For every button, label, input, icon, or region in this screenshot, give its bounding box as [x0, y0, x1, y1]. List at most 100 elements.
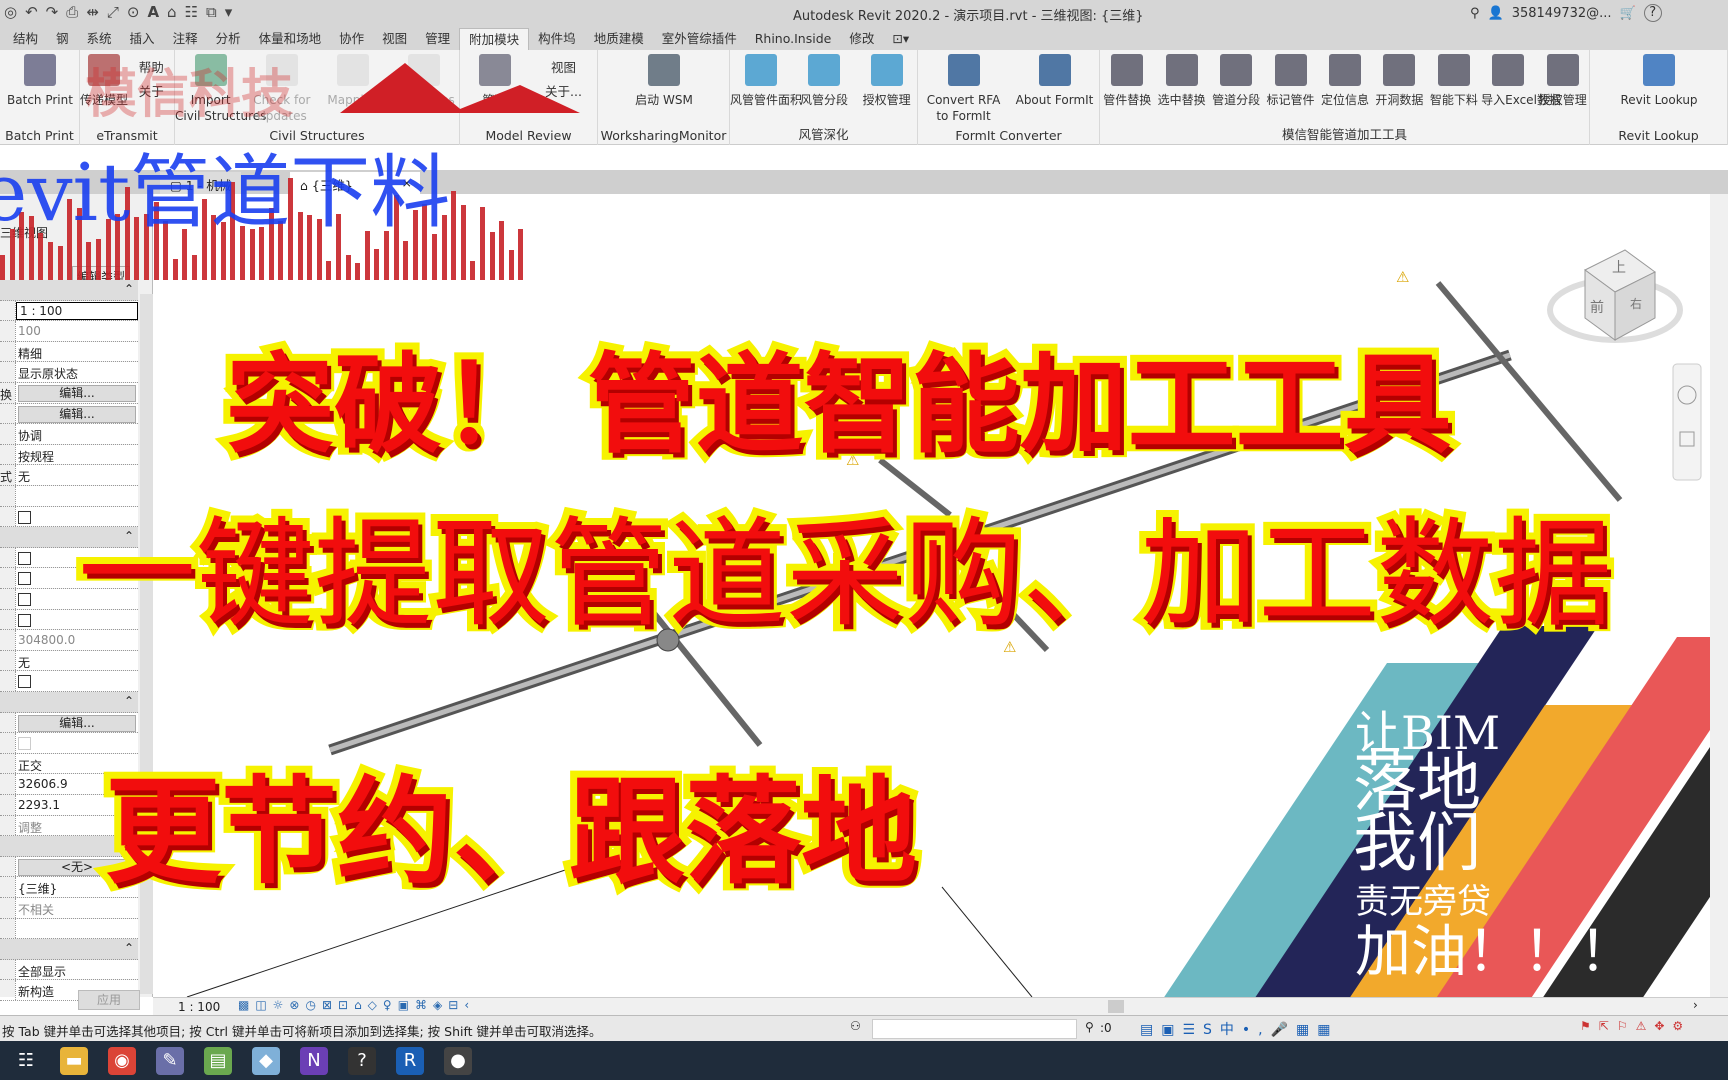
property-value[interactable] [15, 918, 138, 939]
viewport-vertical-scrollbar[interactable] [1710, 194, 1728, 997]
paint-icon[interactable]: ✎ [156, 1046, 184, 1075]
collapse-icon[interactable]: ⌃ [124, 941, 134, 955]
checkbox[interactable] [18, 675, 31, 689]
property-value[interactable]: 按规程 [15, 444, 138, 465]
undo-icon[interactable]: ↶ [25, 3, 38, 21]
ribbon-tab[interactable]: 管理 [416, 28, 459, 50]
property-value[interactable]: 编辑... [15, 403, 138, 424]
edit-button[interactable]: 编辑... [18, 405, 136, 423]
print-icon[interactable]: ⎙ [66, 3, 78, 21]
property-value[interactable]: 显示原状态 [15, 362, 138, 382]
notepad-icon[interactable]: ▤ [204, 1046, 232, 1075]
checkbox[interactable] [18, 737, 31, 751]
property-value[interactable]: 100 [15, 321, 138, 341]
help-file-icon[interactable]: ? [348, 1046, 376, 1075]
property-value[interactable]: 全部显示 [15, 959, 138, 980]
ribbon-tab[interactable]: 钢 [47, 28, 78, 50]
checkbox[interactable] [18, 613, 31, 627]
scroll-right-icon[interactable]: › [1693, 998, 1698, 1012]
thin-lines-icon[interactable]: ☷ [185, 3, 198, 21]
help-button[interactable]: ? [1643, 4, 1662, 22]
ribbon-button[interactable]: 管件替换 [1100, 54, 1154, 108]
apply-button[interactable]: 应用 [78, 990, 140, 1010]
property-value[interactable]: 精细 [15, 341, 138, 362]
horizontal-scrollbar-thumb[interactable] [1108, 1000, 1124, 1013]
value-text: 协调 [18, 429, 43, 444]
switch-windows-icon[interactable]: ⧉ [206, 3, 217, 21]
user-account[interactable]: 358149732@... [1512, 6, 1612, 21]
3d-view-icon[interactable]: ⌂ [167, 3, 177, 21]
visual-studio-icon[interactable]: N [300, 1046, 328, 1075]
ribbon-button[interactable]: About FormIt [1009, 54, 1100, 108]
customize-qat-icon[interactable]: ▾ [225, 3, 233, 21]
ribbon-tab[interactable]: 系统 [78, 28, 121, 50]
chrome-icon[interactable]: ◉ [108, 1046, 136, 1075]
ribbon-button[interactable]: 授权管理 [1536, 54, 1590, 108]
checkbox[interactable] [18, 551, 31, 565]
ribbon-tab[interactable]: 地质建模 [585, 28, 653, 50]
ribbon-tab[interactable]: 室外管综插件 [653, 28, 746, 50]
view-scale[interactable]: 1 : 100 [178, 1000, 220, 1014]
measure-icon[interactable]: ⇹ [86, 3, 99, 21]
ribbon-button[interactable]: 定位信息 [1318, 54, 1372, 108]
ribbon-minimize-icon[interactable]: ⊡▾ [883, 28, 918, 50]
ribbon-tab[interactable]: 体量和场地 [250, 28, 331, 50]
dimension-icon[interactable]: ⤢ [107, 3, 119, 21]
checkbox[interactable] [18, 510, 31, 524]
property-value[interactable]: 编辑... [15, 712, 138, 733]
edit-button[interactable]: 编辑... [18, 385, 136, 402]
property-value[interactable]: 协调 [15, 424, 138, 444]
ribbon-button[interactable]: 导入Excel数据 [1481, 54, 1561, 108]
ribbon-button[interactable]: 风管分段 [793, 54, 856, 108]
ribbon-button[interactable]: Revit Lookup [1590, 54, 1728, 108]
view-control-icons[interactable]: ▩◫☼⊗◷⊠⊡⌂◇♀▣⌘◈⊟‹ [238, 998, 475, 1012]
redo-icon[interactable]: ↷ [46, 3, 59, 21]
ribbon-button[interactable]: 风管管件面积 [730, 54, 802, 108]
ribbon-tab[interactable]: Rhino.Inside [746, 28, 841, 50]
text-icon[interactable]: A [147, 3, 159, 21]
design-option-dropdown[interactable] [872, 1019, 1077, 1039]
tag-icon[interactable]: ⊙ [127, 3, 140, 21]
ribbon-button[interactable]: 智能下料 [1427, 54, 1481, 108]
ribbon-button[interactable]: Convert RFA to FormIt [918, 54, 1009, 124]
property-value[interactable]: 1 : 100 [15, 300, 138, 321]
checkbox[interactable] [18, 572, 31, 586]
ribbon-button[interactable]: 授权管理 [855, 54, 918, 108]
collapse-icon[interactable]: ⌃ [124, 282, 134, 296]
cart-icon[interactable]: 🛒 [1620, 6, 1636, 21]
ribbon-button[interactable]: Batch Print [0, 54, 80, 108]
ribbon-tab[interactable]: 注释 [164, 28, 207, 50]
binoculars-icon[interactable]: ⚲ [1470, 6, 1480, 21]
button-label: 开洞数据 [1375, 93, 1424, 107]
file-explorer-icon[interactable]: ▬ [60, 1046, 88, 1075]
obs-icon[interactable]: ● [444, 1046, 472, 1075]
collapse-icon[interactable]: ⌃ [124, 694, 134, 708]
revit-icon[interactable]: R [396, 1046, 424, 1075]
ribbon-button[interactable]: 管道分段 [1209, 54, 1263, 108]
edit-button[interactable]: 编辑... [18, 714, 136, 732]
ribbon-tab[interactable]: 构件坞 [529, 28, 585, 50]
ribbon-tab[interactable]: 协作 [330, 28, 373, 50]
ribbon-button[interactable]: 选中替换 [1154, 54, 1208, 108]
property-value[interactable] [15, 671, 138, 691]
selection-option-icons[interactable]: ⚑⇱⚐⚠✥⚙ [1580, 1019, 1691, 1033]
app-icon[interactable]: ◆ [252, 1046, 280, 1075]
filter-icon[interactable]: ⚲ [1085, 1020, 1094, 1034]
ribbon-button[interactable]: 开洞数据 [1372, 54, 1426, 108]
ribbon-tab[interactable]: 视图 [373, 28, 416, 50]
ribbon-tab[interactable]: 结构 [4, 28, 47, 50]
tool-icon [870, 54, 903, 86]
ribbon-button[interactable]: 启动 WSM [598, 54, 730, 108]
checkbox[interactable] [18, 593, 31, 606]
revit-menu-icon[interactable]: ◎ [4, 3, 17, 21]
property-value[interactable]: 无 [15, 650, 138, 671]
ribbon-tab[interactable]: 插入 [121, 28, 164, 50]
ribbon-tab[interactable]: 分析 [207, 28, 250, 50]
ribbon-tab[interactable]: 附加模块 [459, 28, 530, 50]
property-value[interactable]: 编辑... [15, 383, 138, 403]
worksets-icon[interactable]: ⚇ [850, 1019, 861, 1033]
ime-toolbar-icons[interactable]: ▤▣☰S中•,🎤▦▦ [1140, 1019, 1339, 1039]
task-view-icon[interactable]: ☷ [12, 1047, 40, 1075]
ribbon-button[interactable]: 标记管件 [1263, 54, 1317, 108]
ribbon-tab[interactable]: 修改 [840, 28, 883, 50]
